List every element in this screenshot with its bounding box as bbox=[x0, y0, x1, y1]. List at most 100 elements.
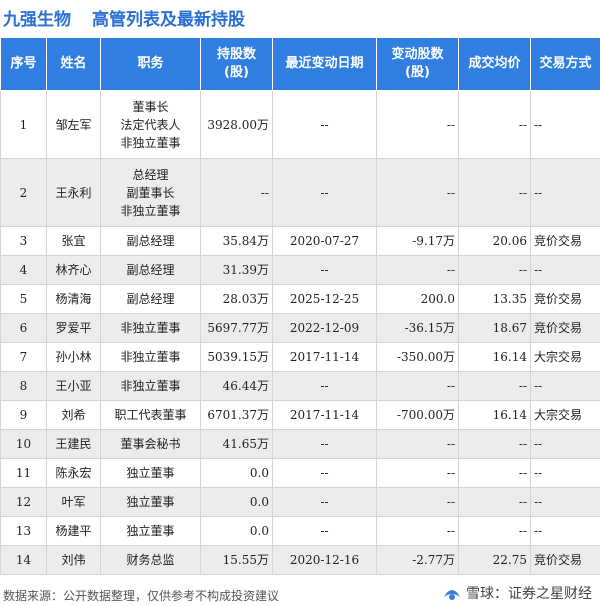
trade-method: 大宗交易 bbox=[530, 400, 600, 430]
change-shares: -- bbox=[376, 487, 459, 517]
trade-method: -- bbox=[530, 516, 600, 546]
change-shares: -- bbox=[376, 371, 459, 401]
row-number: 8 bbox=[0, 371, 47, 401]
table-row: 6 罗爱平 非独立董事 5697.77万 2022-12-09 -36.15万 18.67 竞… bbox=[0, 313, 600, 343]
change-shares: -- bbox=[376, 158, 459, 227]
change-shares: -36.15万 bbox=[376, 313, 459, 343]
table-row: 13 杨建平 独立董事 0.0 -- -- -- -- bbox=[0, 516, 600, 546]
column-header: 交易方式 bbox=[530, 37, 600, 91]
exec-name: 孙小林 bbox=[46, 342, 101, 372]
row-number: 7 bbox=[0, 342, 47, 372]
exec-roles: 独立董事 bbox=[100, 487, 201, 517]
row-number: 14 bbox=[0, 545, 47, 575]
change-shares: -350.00万 bbox=[376, 342, 459, 372]
trade-method: -- bbox=[530, 158, 600, 227]
trade-method: 竞价交易 bbox=[530, 284, 600, 314]
data-source-note: 数据来源：公开数据整理，仅供参考不构成投资建议 bbox=[3, 589, 280, 603]
table-row: 5 杨清海 副总经理 28.03万 2025-12-25 200.0 13.35 竞价交易 bbox=[0, 284, 600, 314]
shares-held: 5697.77万 bbox=[200, 313, 273, 343]
avg-price: 22.75 bbox=[458, 545, 531, 575]
change-date: -- bbox=[272, 158, 377, 227]
trade-method: 竞价交易 bbox=[530, 226, 600, 256]
table-row: 10 王建民 董事会秘书 41.65万 -- -- -- -- bbox=[0, 429, 600, 459]
row-number: 2 bbox=[0, 158, 47, 227]
exec-role: 法定代表人 bbox=[120, 117, 181, 132]
change-shares: -700.00万 bbox=[376, 400, 459, 430]
avg-price: -- bbox=[458, 487, 531, 517]
shares-held: 0.0 bbox=[200, 487, 273, 517]
avg-price: 20.06 bbox=[458, 226, 531, 256]
exec-name: 王永利 bbox=[46, 158, 101, 227]
change-date: -- bbox=[272, 487, 377, 517]
avg-price: -- bbox=[458, 158, 531, 227]
shares-held: 6701.37万 bbox=[200, 400, 273, 430]
exec-roles: 非独立董事 bbox=[100, 313, 201, 343]
row-number: 5 bbox=[0, 284, 47, 314]
exec-name: 陈永宏 bbox=[46, 458, 101, 488]
change-shares: 200.0 bbox=[376, 284, 459, 314]
row-number: 3 bbox=[0, 226, 47, 256]
exec-roles: 董事长 法定代表人 非独立董事 bbox=[100, 90, 201, 159]
change-shares: -- bbox=[376, 255, 459, 285]
table-row: 9 刘希 职工代表董事 6701.37万 2017-11-14 -700.00万 16.14… bbox=[0, 400, 600, 430]
page-title: 高管列表及最新持股 bbox=[92, 10, 245, 30]
shares-held: 46.44万 bbox=[200, 371, 273, 401]
exec-roles: 副总经理 bbox=[100, 226, 201, 256]
change-date: -- bbox=[272, 90, 377, 159]
row-number: 11 bbox=[0, 458, 47, 488]
column-header: 职务 bbox=[100, 37, 201, 91]
trade-method: 竞价交易 bbox=[530, 545, 600, 575]
change-date: -- bbox=[272, 371, 377, 401]
trade-method: -- bbox=[530, 90, 600, 159]
exec-roles: 财务总监 bbox=[100, 545, 201, 575]
exec-role: 副总经理 bbox=[126, 234, 175, 248]
shares-held: 3928.00万 bbox=[200, 90, 273, 159]
avg-price: 18.67 bbox=[458, 313, 531, 343]
change-shares: -- bbox=[376, 458, 459, 488]
exec-name: 王建民 bbox=[46, 429, 101, 459]
avg-price: 16.14 bbox=[458, 400, 531, 430]
table-row: 4 林齐心 副总经理 31.39万 -- -- -- -- bbox=[0, 255, 600, 285]
column-header: 姓名 bbox=[46, 37, 101, 91]
exec-roles: 独立董事 bbox=[100, 458, 201, 488]
row-number: 13 bbox=[0, 516, 47, 546]
change-date: -- bbox=[272, 255, 377, 285]
brand-text: 雪球：证券之星财经 bbox=[466, 586, 592, 602]
trade-method: 大宗交易 bbox=[530, 342, 600, 372]
trade-method: -- bbox=[530, 371, 600, 401]
change-date: -- bbox=[272, 516, 377, 546]
snowball-logo-icon bbox=[444, 590, 460, 600]
table-header-row: 序号 姓名 职务 持股数 (股) 最近变动日期 变动股数 (股) 成交均价 交易方式 bbox=[0, 37, 600, 91]
exec-role: 独立董事 bbox=[126, 466, 175, 480]
exec-role: 财务总监 bbox=[126, 553, 175, 567]
column-header: 持股数 (股) bbox=[200, 37, 273, 91]
change-shares: -2.77万 bbox=[376, 545, 459, 575]
avg-price: -- bbox=[458, 90, 531, 159]
change-shares: -- bbox=[376, 90, 459, 159]
change-date: -- bbox=[272, 458, 377, 488]
shares-held: 15.55万 bbox=[200, 545, 273, 575]
exec-name: 杨建平 bbox=[46, 516, 101, 546]
exec-roles: 非独立董事 bbox=[100, 342, 201, 372]
exec-role: 独立董事 bbox=[126, 495, 175, 509]
table-row: 3 张宜 副总经理 35.84万 2020-07-27 -9.17万 20.06 竞价交易 bbox=[0, 226, 600, 256]
exec-name: 王小亚 bbox=[46, 371, 101, 401]
exec-role: 独立董事 bbox=[126, 524, 175, 538]
trade-method: -- bbox=[530, 429, 600, 459]
exec-role: 非独立董事 bbox=[120, 321, 181, 335]
table-row: 12 叶军 独立董事 0.0 -- -- -- -- bbox=[0, 487, 600, 517]
shares-held: 0.0 bbox=[200, 458, 273, 488]
shares-held: -- bbox=[200, 158, 273, 227]
avg-price: 13.35 bbox=[458, 284, 531, 314]
exec-name: 杨清海 bbox=[46, 284, 101, 314]
change-date: 2020-07-27 bbox=[272, 226, 377, 256]
change-date: 2022-12-09 bbox=[272, 313, 377, 343]
row-number: 10 bbox=[0, 429, 47, 459]
row-number: 1 bbox=[0, 90, 47, 159]
row-number: 6 bbox=[0, 313, 47, 343]
exec-roles: 副总经理 bbox=[100, 284, 201, 314]
change-date: 2025-12-25 bbox=[272, 284, 377, 314]
exec-name: 张宜 bbox=[46, 226, 101, 256]
change-date: 2017-11-14 bbox=[272, 400, 377, 430]
trade-method: -- bbox=[530, 487, 600, 517]
